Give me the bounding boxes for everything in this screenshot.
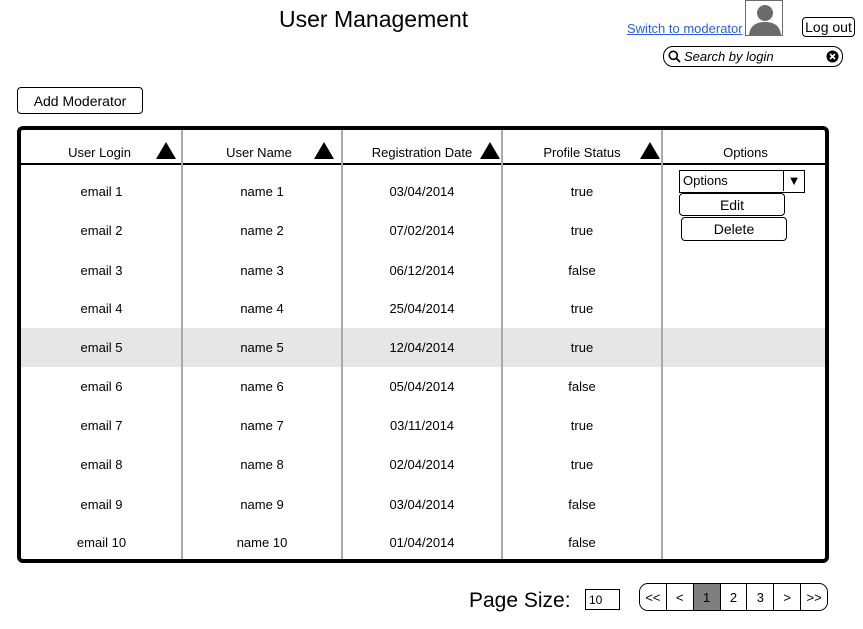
dropdown-arrow-icon[interactable]: ▼ (783, 171, 804, 191)
cell-registration-date: 07/02/2014 (389, 223, 455, 238)
cell-user-name: name 4 (240, 301, 284, 316)
column-header-options: Options (662, 130, 825, 165)
logout-button[interactable]: Log out (802, 17, 855, 37)
cell-registration-date: 02/04/2014 (389, 457, 455, 472)
delete-button[interactable]: Delete (681, 217, 787, 241)
cell-user-login: email 9 (80, 497, 123, 512)
page-button[interactable]: 2 (720, 584, 748, 610)
cell-user-login: email 4 (80, 301, 123, 316)
edit-button[interactable]: Edit (679, 193, 785, 216)
cell-user-login: email 5 (80, 340, 123, 355)
page-button-current[interactable]: 1 (693, 584, 721, 610)
clear-search-icon[interactable] (826, 50, 839, 63)
cell-registration-date: 03/11/2014 (389, 418, 455, 433)
sort-up-icon[interactable] (314, 142, 334, 159)
table-header: User Login User Name Registration Date P… (21, 130, 825, 165)
cell-profile-status: true (570, 223, 594, 238)
sort-up-icon[interactable] (640, 142, 660, 159)
cell-profile-status: false (568, 263, 596, 278)
column-divider (181, 130, 183, 559)
sort-up-icon[interactable] (480, 142, 500, 159)
cell-user-name: name 2 (240, 223, 284, 238)
column-label: Registration Date (371, 145, 473, 160)
switch-to-moderator-link[interactable]: Switch to moderator (627, 21, 743, 36)
page-size-label: Page Size: (469, 589, 571, 612)
search-input[interactable] (684, 48, 822, 64)
cell-registration-date: 03/04/2014 (389, 184, 455, 199)
column-divider (501, 130, 503, 559)
cell-user-login: email 6 (80, 379, 123, 394)
table-row[interactable]: email 7 name 7 03/11/2014 true (21, 406, 825, 445)
add-moderator-button[interactable]: Add Moderator (17, 87, 143, 114)
cell-registration-date: 03/04/2014 (389, 497, 455, 512)
table-row[interactable]: email 6 name 6 05/04/2014 false (21, 367, 825, 406)
table-row[interactable]: email 10 name 10 01/04/2014 false (21, 523, 825, 559)
cell-profile-status: true (570, 457, 594, 472)
cell-profile-status: false (568, 535, 596, 550)
cell-profile-status: true (570, 418, 594, 433)
avatar-icon (745, 0, 783, 36)
cell-user-login: email 10 (76, 535, 127, 550)
cell-user-login: email 7 (80, 418, 123, 433)
cell-registration-date: 12/04/2014 (389, 340, 455, 355)
cell-user-name: name 3 (240, 263, 284, 278)
search-box (663, 46, 843, 67)
table-row[interactable]: email 8 name 8 02/04/2014 true (21, 445, 825, 484)
column-header-user-login[interactable]: User Login (21, 130, 182, 165)
cell-profile-status: false (568, 379, 596, 394)
pagination: << < 1 2 3 > >> (639, 583, 828, 611)
search-icon (668, 50, 681, 63)
sort-up-icon[interactable] (156, 142, 176, 159)
cell-profile-status: true (570, 340, 594, 355)
cell-profile-status: false (568, 497, 596, 512)
next-page-button[interactable]: > (774, 584, 802, 610)
cell-registration-date: 05/04/2014 (389, 379, 455, 394)
column-header-profile-status[interactable]: Profile Status (502, 130, 662, 165)
column-header-user-name[interactable]: User Name (182, 130, 342, 165)
last-page-button[interactable]: >> (801, 584, 827, 610)
table-row-selected[interactable]: email 5 name 5 12/04/2014 true (21, 328, 825, 367)
table-row[interactable]: email 9 name 9 03/04/2014 false (21, 485, 825, 524)
cell-user-name: name 10 (236, 535, 288, 550)
options-dropdown-value: Options (683, 173, 728, 188)
cell-user-name: name 1 (240, 184, 284, 199)
cell-user-name: name 7 (240, 418, 284, 433)
options-dropdown[interactable]: Options ▼ (679, 170, 805, 193)
cell-user-name: name 9 (240, 497, 284, 512)
table-row[interactable]: email 3 name 3 06/12/2014 false (21, 251, 825, 290)
cell-registration-date: 06/12/2014 (389, 263, 455, 278)
column-divider (661, 130, 663, 559)
column-divider (341, 130, 343, 559)
cell-user-login: email 1 (80, 184, 123, 199)
first-page-button[interactable]: << (640, 584, 667, 610)
column-label: Profile Status (543, 145, 621, 160)
cell-user-login: email 8 (80, 457, 123, 472)
page-button[interactable]: 3 (747, 584, 775, 610)
cell-user-login: email 2 (80, 223, 123, 238)
cell-profile-status: true (570, 301, 594, 316)
column-header-registration-date[interactable]: Registration Date (342, 130, 502, 165)
cell-profile-status: true (570, 184, 594, 199)
cell-registration-date: 25/04/2014 (389, 301, 455, 316)
cell-user-name: name 5 (240, 340, 284, 355)
column-label: Options (723, 145, 768, 160)
cell-user-name: name 8 (240, 457, 284, 472)
cell-user-login: email 3 (80, 263, 123, 278)
table-row[interactable]: email 4 name 4 25/04/2014 true (21, 289, 825, 328)
previous-page-button[interactable]: < (666, 584, 694, 610)
cell-registration-date: 01/04/2014 (389, 535, 455, 550)
cell-user-name: name 6 (240, 379, 284, 394)
users-table: User Login User Name Registration Date P… (17, 126, 829, 563)
page-size-input[interactable] (585, 589, 620, 610)
page-title: User Management (279, 6, 469, 32)
